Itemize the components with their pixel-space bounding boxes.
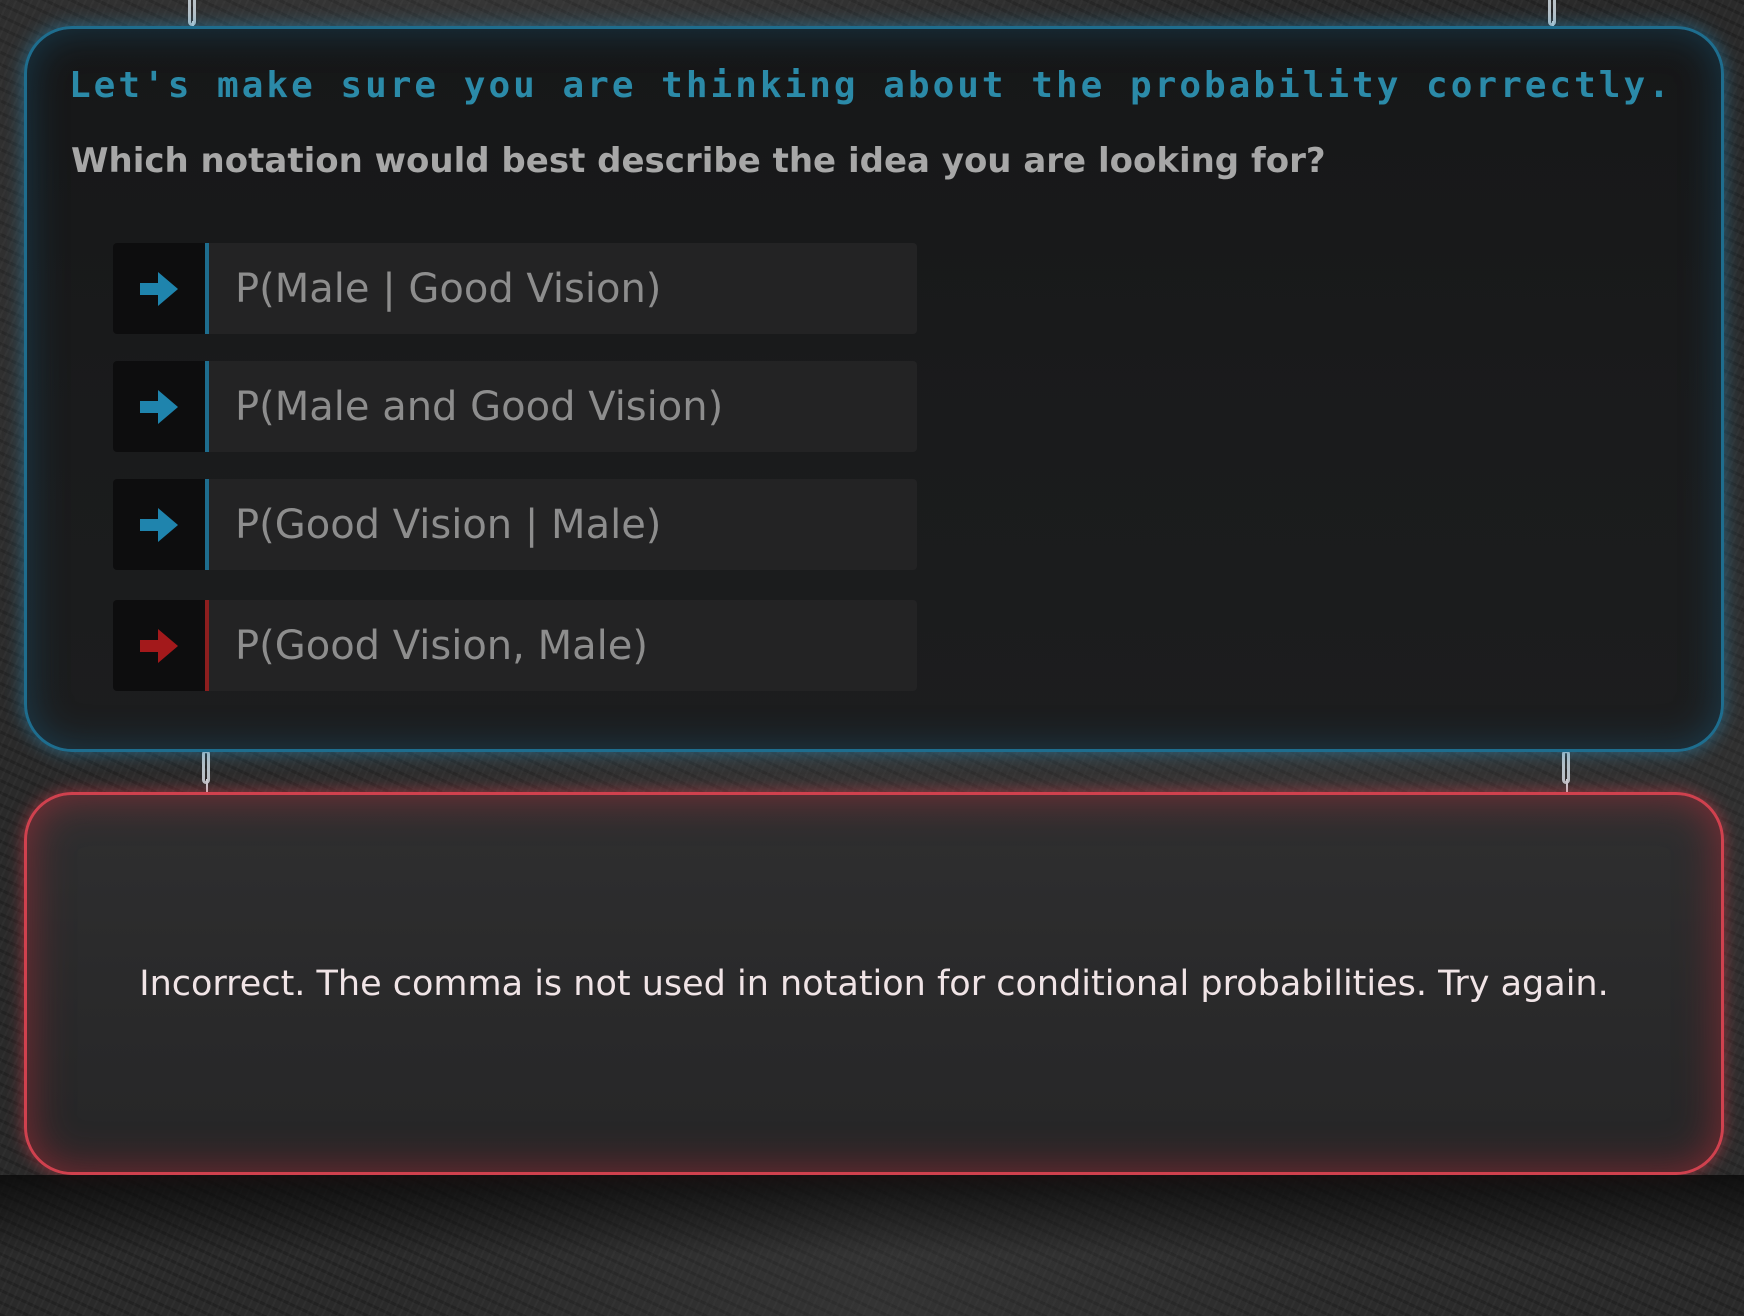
arrow-right-icon-shape	[140, 389, 178, 424]
question-subtitle: Which notation would best describe the i…	[71, 141, 1326, 181]
option-arrow-box	[113, 361, 209, 452]
option-label: P(Male and Good Vision)	[235, 383, 724, 430]
option-label: P(Male | Good Vision)	[235, 265, 662, 312]
option-label: P(Good Vision, Male)	[235, 622, 648, 669]
chain-hook-icon	[1562, 750, 1570, 801]
floor-shadow	[0, 1175, 1744, 1255]
option-arrow-box	[113, 243, 209, 334]
arrow-right-icon	[140, 507, 178, 542]
feedback-message: Incorrect. The comma is not used in nota…	[139, 963, 1609, 1004]
answer-options: P(Male | Good Vision) P(Male and Good Vi…	[113, 243, 917, 718]
arrow-right-icon	[140, 389, 178, 424]
arrow-right-icon	[140, 271, 178, 306]
answer-option[interactable]: P(Good Vision | Male)	[113, 479, 917, 570]
question-prompt: Let's make sure you are thinking about t…	[69, 65, 1673, 106]
option-label: P(Good Vision | Male)	[235, 501, 662, 548]
answer-option-selected-incorrect[interactable]: P(Good Vision, Male)	[113, 600, 917, 691]
option-arrow-box	[113, 600, 209, 691]
option-arrow-box	[113, 479, 209, 570]
chain-hook-icon	[1548, 0, 1556, 43]
answer-option[interactable]: P(Male | Good Vision)	[113, 243, 917, 334]
arrow-right-icon-shape	[140, 507, 178, 542]
chain-hook-icon	[202, 750, 210, 801]
answer-option[interactable]: P(Male and Good Vision)	[113, 361, 917, 452]
feedback-panel: Incorrect. The comma is not used in nota…	[24, 792, 1724, 1175]
arrow-right-icon-shape	[140, 271, 178, 306]
arrow-right-icon	[140, 628, 178, 663]
chain-hook-icon	[188, 0, 196, 43]
question-panel: Let's make sure you are thinking about t…	[24, 26, 1724, 752]
arrow-right-icon-shape	[140, 628, 178, 663]
